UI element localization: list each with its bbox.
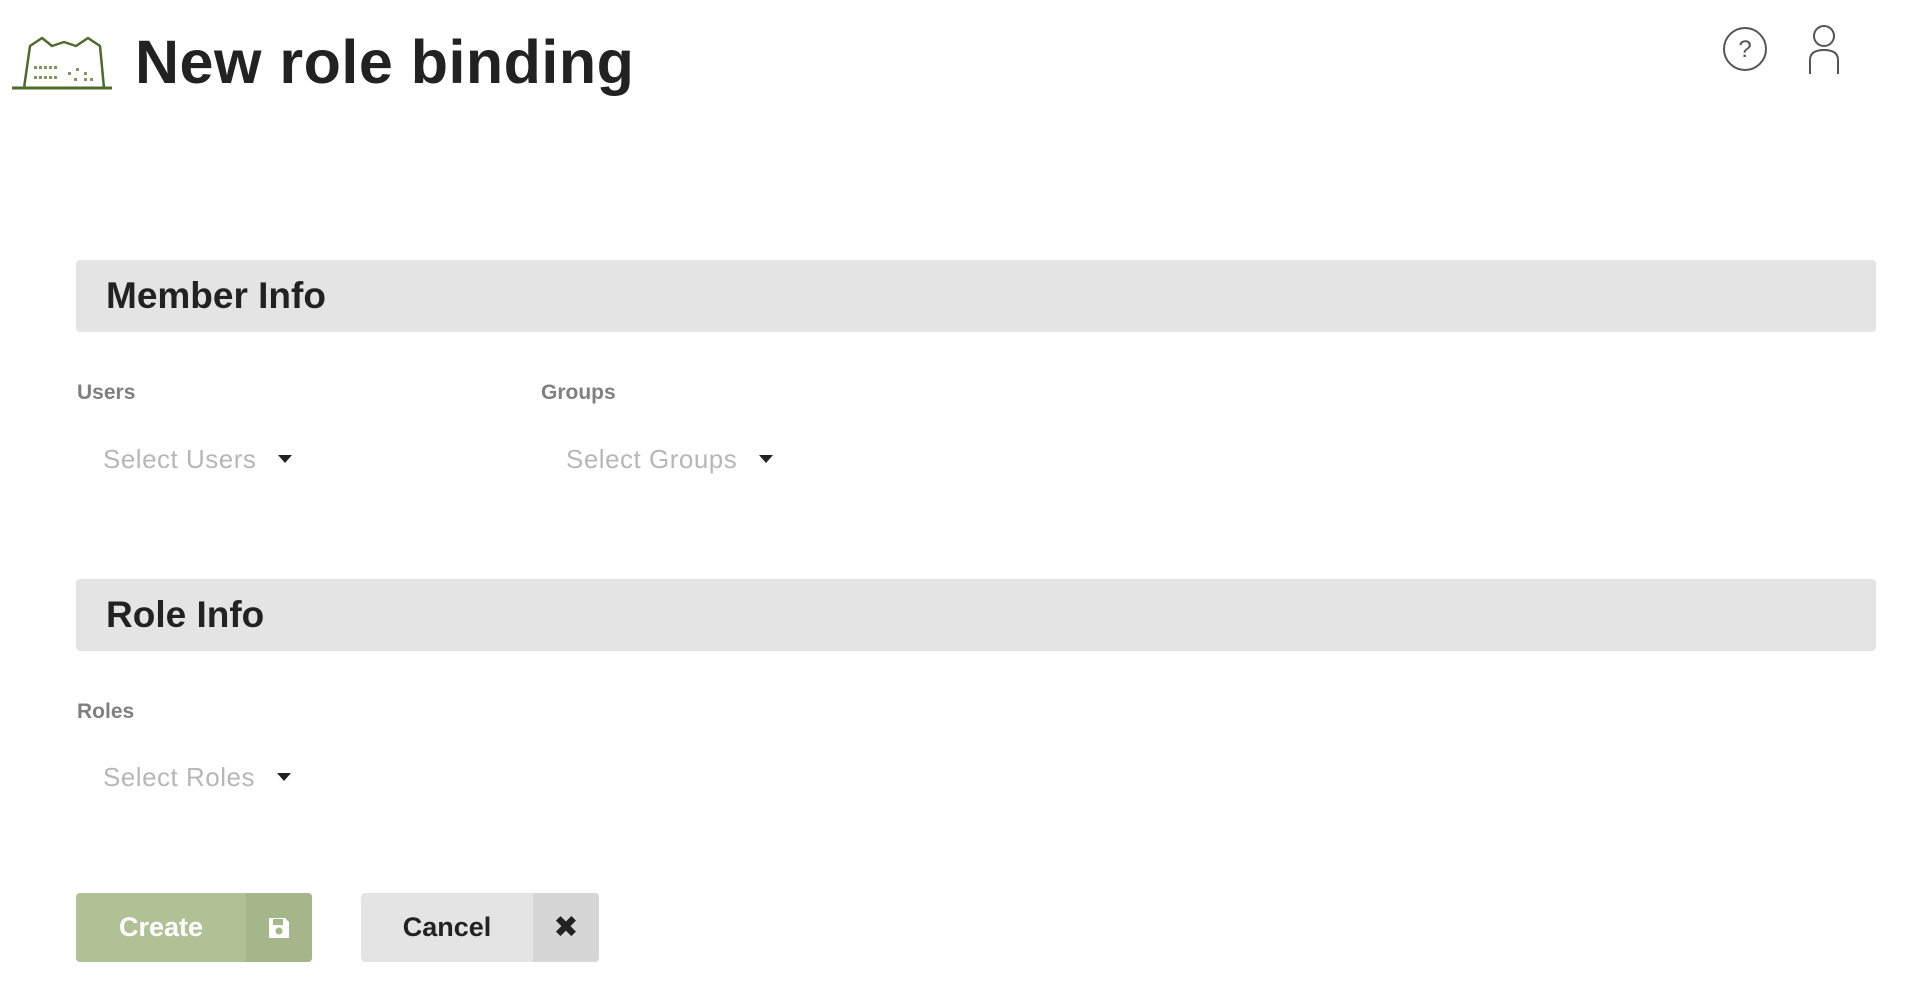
- hat-logo-icon: [12, 36, 112, 90]
- close-icon: ✖: [533, 893, 599, 962]
- role-info-title: Role Info: [106, 594, 265, 635]
- create-button[interactable]: Create: [76, 893, 312, 962]
- page-title: New role binding: [135, 28, 635, 96]
- roles-select[interactable]: Select Roles: [103, 753, 291, 801]
- users-select-placeholder: Select Users: [103, 443, 257, 474]
- groups-select[interactable]: Select Groups: [566, 435, 774, 483]
- create-button-label: Create: [118, 912, 204, 942]
- user-icon[interactable]: [1806, 24, 1842, 74]
- member-info-section-header: Member Info: [76, 260, 1876, 332]
- users-select[interactable]: Select Users: [103, 435, 293, 483]
- roles-select-placeholder: Select Roles: [103, 761, 255, 792]
- users-label: Users: [77, 381, 136, 404]
- page-header: New role binding ?: [0, 0, 1908, 120]
- chevron-down-icon: [276, 773, 291, 781]
- roles-label: Roles: [77, 700, 135, 723]
- save-icon: [246, 893, 312, 962]
- help-icon[interactable]: ?: [1722, 26, 1768, 72]
- cancel-button-label: Cancel: [402, 912, 492, 942]
- cancel-button[interactable]: Cancel ✖: [361, 893, 599, 962]
- chevron-down-icon: [278, 455, 293, 463]
- member-info-title: Member Info: [106, 275, 326, 316]
- svg-text:?: ?: [1738, 36, 1751, 63]
- chevron-down-icon: [759, 455, 774, 463]
- role-info-section-header: Role Info: [76, 579, 1876, 651]
- groups-label: Groups: [541, 381, 616, 404]
- groups-select-placeholder: Select Groups: [566, 443, 738, 474]
